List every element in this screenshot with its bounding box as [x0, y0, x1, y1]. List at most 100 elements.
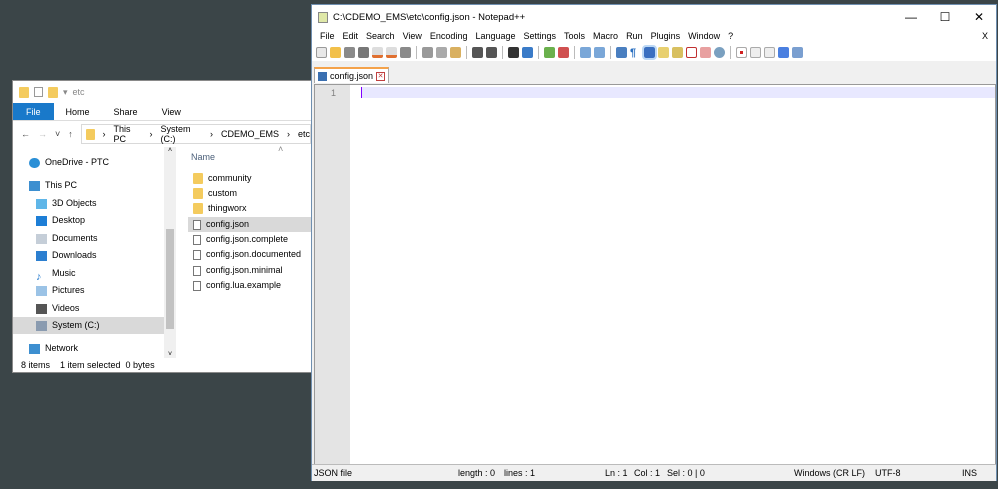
play-macro-icon[interactable] — [764, 46, 775, 58]
scroll-down-icon[interactable]: ˅ — [164, 351, 176, 358]
column-header-name[interactable]: Name — [191, 152, 215, 162]
replace-icon[interactable] — [522, 46, 533, 58]
user-defined-language-icon[interactable] — [658, 46, 669, 58]
new-folder-icon[interactable] — [48, 86, 58, 98]
run-macro-multiple-icon[interactable] — [778, 46, 789, 58]
zoom-in-icon[interactable] — [544, 46, 555, 58]
function-list-icon[interactable] — [686, 46, 697, 58]
toolbar: ¶ — [312, 43, 996, 61]
nav-item-onedrive[interactable]: OneDrive - PTC — [13, 154, 164, 171]
scroll-thumb[interactable] — [166, 229, 174, 329]
close-tab-icon[interactable]: ✕ — [376, 71, 386, 81]
breadcrumb-etc[interactable]: etc — [298, 129, 310, 139]
open-file-icon[interactable] — [330, 46, 341, 58]
nav-item-this-pc[interactable]: This PC — [13, 177, 164, 194]
nav-item-music[interactable]: ♪ Music — [13, 265, 164, 283]
file-item-thingworx[interactable]: thingworx — [188, 201, 312, 216]
window-title: etc — [72, 87, 85, 97]
menu-plugins[interactable]: Plugins — [647, 29, 685, 43]
record-macro-icon[interactable] — [736, 46, 747, 58]
menu-language[interactable]: Language — [471, 29, 519, 43]
status-column: Col : 1 — [634, 468, 661, 478]
file-item-custom[interactable]: custom — [188, 186, 312, 201]
breadcrumb-system-c[interactable]: System (C:) — [160, 124, 202, 144]
network-icon — [29, 343, 40, 354]
file-item-config-json-complete[interactable]: config.json.complete — [188, 232, 312, 247]
maximize-button[interactable]: ☐ — [928, 5, 962, 29]
paste-icon[interactable] — [450, 46, 461, 58]
sync-vertical-icon[interactable] — [580, 46, 591, 58]
new-file-icon[interactable] — [316, 46, 327, 58]
back-icon[interactable]: ← — [21, 129, 30, 139]
monitoring-icon[interactable] — [714, 46, 725, 58]
show-all-characters-icon[interactable]: ¶ — [630, 47, 641, 59]
minimize-button[interactable]: — — [894, 5, 928, 29]
menu-run[interactable]: Run — [622, 29, 647, 43]
close-icon[interactable] — [372, 46, 383, 58]
file-item-config-json[interactable]: config.json — [188, 217, 312, 232]
tab-home[interactable]: Home — [54, 103, 102, 120]
folder-icon — [19, 86, 29, 98]
file-item-community[interactable]: community — [188, 171, 312, 186]
nav-item-downloads[interactable]: Downloads — [13, 247, 164, 264]
selected-count: 1 item selected — [60, 360, 121, 370]
indent-guide-icon[interactable] — [642, 44, 657, 60]
cut-icon[interactable] — [422, 46, 433, 58]
stop-macro-icon[interactable] — [750, 46, 761, 58]
nav-scrollbar[interactable]: ˄ ˅ — [164, 147, 176, 358]
menu-search[interactable]: Search — [362, 29, 399, 43]
tab-share[interactable]: Share — [102, 103, 150, 120]
tab-view[interactable]: View — [150, 103, 193, 120]
menu-help[interactable]: ? — [724, 29, 737, 43]
menu-view[interactable]: View — [399, 29, 426, 43]
save-macro-icon[interactable] — [792, 46, 803, 58]
menu-tools[interactable]: Tools — [560, 29, 589, 43]
up-icon[interactable]: ↑ — [68, 129, 73, 139]
nav-item-pictures[interactable]: Pictures — [13, 282, 164, 299]
find-icon[interactable] — [508, 46, 519, 58]
notepadpp-window: C:\CDEMO_EMS\etc\config.json - Notepad++… — [311, 4, 997, 481]
breadcrumb-cdemo-ems[interactable]: CDEMO_EMS — [221, 129, 279, 139]
quick-access-dropdown-icon[interactable]: ▾ — [63, 87, 68, 98]
save-icon[interactable] — [344, 46, 355, 58]
videos-icon — [36, 303, 47, 314]
redo-icon[interactable] — [486, 46, 497, 58]
close-all-icon[interactable] — [386, 46, 397, 58]
menu-encoding[interactable]: Encoding — [426, 29, 472, 43]
file-item-config-lua-example[interactable]: config.lua.example — [188, 278, 312, 293]
address-bar[interactable]: › This PC › System (C:) › CDEMO_EMS › etc — [80, 124, 311, 144]
close-document-button[interactable]: X — [978, 29, 992, 43]
separator — [730, 45, 731, 59]
menu-window[interactable]: Window — [684, 29, 724, 43]
file-item-config-json-documented[interactable]: config.json.documented — [188, 247, 312, 262]
undo-icon[interactable] — [472, 46, 483, 58]
document-map-icon[interactable] — [672, 46, 683, 58]
tab-config-json[interactable]: config.json ✕ — [314, 67, 390, 83]
close-button[interactable]: ✕ — [962, 5, 996, 29]
nav-item-documents[interactable]: Documents — [13, 230, 164, 247]
folder-as-workspace-icon[interactable] — [700, 46, 711, 58]
zoom-out-icon[interactable] — [558, 46, 569, 58]
menu-file[interactable]: File — [316, 29, 339, 43]
word-wrap-icon[interactable] — [616, 46, 627, 58]
forward-icon[interactable]: → — [38, 129, 47, 139]
nav-item-network[interactable]: Network — [13, 340, 164, 357]
nav-item-desktop[interactable]: Desktop — [13, 212, 164, 229]
file-item-config-json-minimal[interactable]: config.json.minimal — [188, 263, 312, 278]
scroll-up-icon[interactable]: ˄ — [164, 147, 176, 154]
nav-item-system-c[interactable]: System (C:) — [13, 317, 164, 334]
menu-edit[interactable]: Edit — [339, 29, 363, 43]
breadcrumb-this-pc[interactable]: This PC — [114, 124, 142, 144]
menu-settings[interactable]: Settings — [520, 29, 561, 43]
menu-macro[interactable]: Macro — [589, 29, 622, 43]
copy-icon[interactable] — [436, 46, 447, 58]
nav-item-videos[interactable]: Videos — [13, 300, 164, 317]
nav-item-3d-objects[interactable]: 3D Objects — [13, 195, 164, 212]
recent-dropdown-icon[interactable]: ˅ — [55, 129, 60, 139]
text-editor[interactable]: 1 — [314, 84, 996, 466]
tab-file[interactable]: File — [13, 103, 54, 120]
save-all-icon[interactable] — [358, 46, 369, 58]
sync-horizontal-icon[interactable] — [594, 46, 605, 58]
print-icon[interactable] — [400, 46, 411, 58]
properties-icon[interactable] — [34, 87, 43, 97]
